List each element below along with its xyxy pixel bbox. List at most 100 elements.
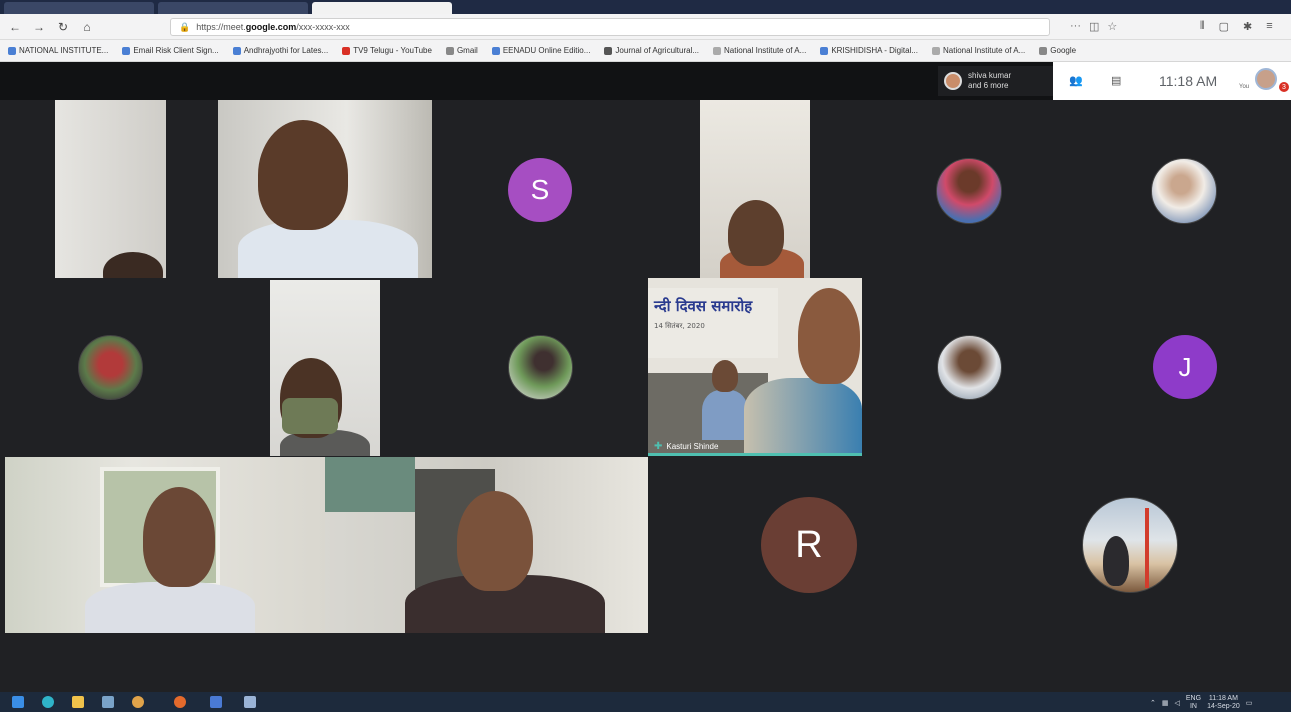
system-tray: ⌃ ▦ ◁ ENG IN 11:18 AM 14-Sep-20 ▭ <box>1150 695 1252 711</box>
photo-pole <box>1145 508 1149 588</box>
windows-start-icon[interactable] <box>12 696 24 708</box>
participant-photo-avatar <box>936 158 1002 224</box>
library-icon[interactable]: ⫴ <box>1200 20 1205 33</box>
bookmark-favicon-icon <box>932 46 940 55</box>
photo-figure <box>1103 536 1129 586</box>
store-icon[interactable] <box>102 696 114 708</box>
bookmark-item[interactable]: Journal of Agricultural... <box>604 46 699 55</box>
url-domain: google.com <box>245 22 297 32</box>
meet-top-bar: shiva kumar and 6 more 👥 ▤ 11:18 AM You … <box>0 62 1291 100</box>
banner-heading: न्दी दिवस समारोह <box>654 297 753 315</box>
pocket-icon[interactable]: ◫ <box>1089 20 1099 33</box>
active-speaker-tile[interactable]: न्दी दिवस समारोह 14 सितंबर, 2020 ✚ Kastu… <box>648 278 862 456</box>
bookmark-item[interactable]: Email Risk Client Sign... <box>122 46 219 55</box>
bookmark-item[interactable]: National Institute of A... <box>932 46 1025 55</box>
meeting-clock: 11:18 AM <box>1159 73 1218 89</box>
bookmark-favicon-icon <box>232 46 241 55</box>
meet-controls: 👥 ▤ 11:18 AM You 3 <box>1053 62 1291 100</box>
participant-photo-avatar <box>508 335 573 400</box>
reload-icon[interactable]: ↻ <box>54 18 72 36</box>
participant-video-tile[interactable] <box>325 457 648 633</box>
participant-video-tile[interactable] <box>55 100 166 278</box>
meeting-grid: S न्दी दिवस समारोह 14 सितंबर, 2020 ✚ Kas… <box>0 100 1291 692</box>
bookmark-item[interactable]: EENADU Online Editio... <box>491 46 590 55</box>
wall-painting <box>325 457 415 512</box>
back-icon[interactable]: ← <box>6 18 24 36</box>
participant-video-tile[interactable] <box>218 100 432 278</box>
participants-chip-count: and 6 more <box>968 81 1009 90</box>
notification-badge: 3 <box>1279 82 1289 92</box>
bookmark-favicon-icon <box>491 46 500 55</box>
edge-icon[interactable] <box>42 696 54 708</box>
menu-icon[interactable]: ≡ <box>1266 20 1272 33</box>
bookmark-item[interactable]: Andhrajyothi for Lates... <box>232 46 328 55</box>
more-icon[interactable]: ··· <box>1070 20 1081 33</box>
face-mask <box>282 398 338 434</box>
participant-face <box>798 288 860 384</box>
url-prefix: https://meet. <box>196 22 246 32</box>
tray-language[interactable]: ENG IN <box>1186 695 1201 711</box>
sidebar-icon[interactable]: ▢ <box>1219 20 1229 33</box>
bookmark-item[interactable]: KRISHIDISHA - Digital... <box>820 46 918 55</box>
bookmark-item[interactable]: NATIONAL INSTITUTE... <box>8 46 108 55</box>
forward-icon[interactable]: → <box>30 18 48 36</box>
browser-tab-strip <box>0 0 1291 14</box>
notifications-icon[interactable]: ▭ <box>1246 699 1253 707</box>
browser-tab-active[interactable] <box>312 2 452 14</box>
banner-subheading: 14 सितंबर, 2020 <box>654 322 705 330</box>
participant-saree <box>744 378 862 456</box>
bookmark-item[interactable]: Google <box>1039 46 1076 55</box>
participant-video-tile[interactable] <box>270 280 380 456</box>
participant-avatar-j: J <box>1153 335 1217 399</box>
url-actions: ··· ◫ ☆ <box>1070 20 1117 33</box>
speaker-name-label: ✚ Kasturi Shinde <box>654 441 718 452</box>
participant-face <box>258 120 348 230</box>
participant-shirt <box>85 582 255 633</box>
tray-chevron-icon[interactable]: ⌃ <box>1150 699 1156 707</box>
file-explorer-icon[interactable] <box>72 696 84 708</box>
participant-photo-avatar <box>937 335 1002 400</box>
address-bar[interactable]: 🔒 https://meet.google.com/xxx-xxxx-xxx <box>170 18 1050 36</box>
mail-icon[interactable] <box>210 696 222 708</box>
bookmark-favicon-icon <box>445 46 454 55</box>
bookmark-favicon-icon <box>604 46 613 55</box>
toolbar-right: ⫴ ▢ ✱ ≡ <box>1200 20 1273 33</box>
participant-figure <box>103 252 163 278</box>
bookmark-item[interactable]: Gmail <box>445 46 478 55</box>
network-icon[interactable]: ▦ <box>1162 699 1169 707</box>
bookmark-favicon-icon <box>820 46 829 55</box>
bookmark-item[interactable]: TV9 Telugu - YouTube <box>342 46 432 55</box>
browser-tab[interactable] <box>158 2 308 14</box>
bookmark-item[interactable]: National Institute of A... <box>713 46 806 55</box>
url-path: /xxx-xxxx-xxx <box>296 22 350 32</box>
participant-video-tile[interactable] <box>700 100 810 278</box>
bookmark-favicon-icon <box>1039 46 1048 55</box>
bookmark-favicon-icon <box>713 46 722 55</box>
participant-photo-avatar <box>1082 497 1178 593</box>
bookmark-star-icon[interactable]: ☆ <box>1107 20 1117 33</box>
bookmark-favicon-icon <box>342 46 351 55</box>
document-icon[interactable] <box>244 696 256 708</box>
participants-chip[interactable]: shiva kumar and 6 more <box>938 66 1053 96</box>
you-label: You <box>1239 84 1250 90</box>
participant-photo-avatar <box>1151 158 1217 224</box>
extension-icon[interactable]: ✱ <box>1243 20 1252 33</box>
participant-face <box>712 360 738 392</box>
participant-shirt <box>702 390 748 440</box>
browser-toolbar: ← → ↻ ⌂ 🔒 https://meet.google.com/xxx-xx… <box>0 14 1291 40</box>
event-banner: न्दी दिवस समारोह 14 सितंबर, 2020 <box>648 288 778 358</box>
self-avatar[interactable] <box>1255 68 1277 90</box>
browser-tab[interactable] <box>4 2 154 14</box>
bookmarks-bar: NATIONAL INSTITUTE... Email Risk Client … <box>0 40 1291 62</box>
participant-video-tile[interactable] <box>5 457 325 633</box>
active-speaker-bar <box>648 453 862 456</box>
people-icon[interactable]: 👥 <box>1069 74 1083 87</box>
volume-icon[interactable]: ◁ <box>1175 699 1180 707</box>
chat-icon[interactable]: ▤ <box>1111 74 1121 87</box>
firefox-icon[interactable] <box>174 696 186 708</box>
chrome-icon[interactable] <box>132 696 144 708</box>
bookmark-favicon-icon <box>8 46 16 55</box>
speaker-name: Kasturi Shinde <box>666 442 719 451</box>
tray-clock[interactable]: 11:18 AM 14-Sep-20 <box>1207 695 1240 711</box>
home-icon[interactable]: ⌂ <box>78 18 96 36</box>
